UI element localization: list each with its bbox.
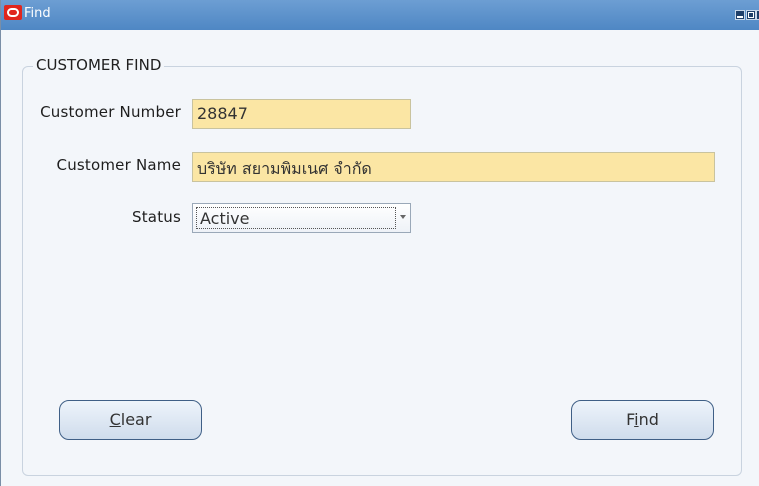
oracle-app-icon bbox=[4, 5, 22, 20]
minimize-icon[interactable] bbox=[735, 10, 745, 20]
title-bar[interactable]: Find bbox=[1, 0, 759, 30]
chevron-down-icon[interactable] bbox=[400, 215, 406, 219]
maximize-icon[interactable] bbox=[746, 10, 756, 20]
customer-name-field[interactable]: บริษัท สยามพิมเนศ จำกัด bbox=[192, 152, 715, 182]
find-button-label-start: F bbox=[626, 410, 635, 429]
find-window: Find CUSTOMER FIND Customer Number 28847… bbox=[0, 0, 759, 486]
find-button[interactable]: Find bbox=[571, 400, 714, 440]
customer-number-field[interactable]: 28847 bbox=[192, 99, 411, 129]
clear-button[interactable]: Clear bbox=[59, 400, 202, 440]
window-title: Find bbox=[24, 6, 51, 21]
clear-button-label: lear bbox=[120, 410, 152, 429]
customer-number-label: Customer Number bbox=[40, 103, 181, 121]
clear-button-mnemonic: C bbox=[109, 410, 121, 429]
status-selected-value: Active bbox=[196, 207, 396, 229]
status-label: Status bbox=[132, 208, 181, 226]
customer-name-label: Customer Name bbox=[56, 156, 181, 174]
group-title: CUSTOMER FIND bbox=[33, 56, 165, 74]
find-button-label-end: nd bbox=[638, 410, 659, 429]
status-select[interactable]: Active bbox=[192, 203, 411, 233]
